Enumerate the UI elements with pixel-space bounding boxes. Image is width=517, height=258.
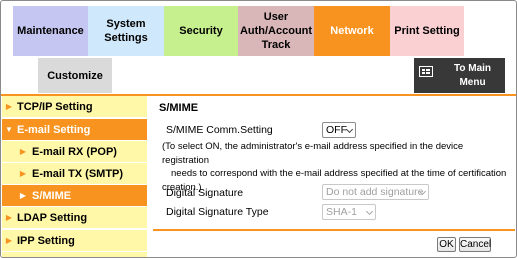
sidebar: ▶ TCP/IP Setting ▼ E-mail Setting ▶ E-ma… bbox=[2, 96, 148, 257]
sidebar-item-tcp-ip-setting[interactable]: ▶ TCP/IP Setting bbox=[2, 96, 147, 118]
tab-customize-label: Customize bbox=[47, 69, 103, 82]
smime-comm-setting-select[interactable]: OFF bbox=[322, 122, 356, 138]
smime-comm-setting-label: S/MIME Comm.Setting bbox=[166, 124, 273, 136]
sidebar-item-label: E-mail RX (POP) bbox=[32, 145, 117, 158]
digital-signature-type-value: SHA-1 bbox=[326, 206, 357, 218]
tab-network-label: Network bbox=[330, 25, 374, 37]
chevron-down-icon bbox=[345, 125, 354, 134]
sidebar-item-label: IPP Setting bbox=[17, 234, 75, 247]
main-divider bbox=[153, 229, 515, 231]
digital-signature-select[interactable]: Do not add signature bbox=[322, 184, 429, 200]
tab-system-settings[interactable]: System Settings bbox=[88, 6, 164, 56]
sidebar-item-label: E-mail Setting bbox=[17, 123, 91, 136]
triangle-right-icon: ▶ bbox=[19, 147, 27, 156]
browser-frame: Maintenance System Settings Security Use… bbox=[0, 0, 517, 258]
sidebar-item-ipp-setting[interactable]: ▶ IPP Setting bbox=[2, 230, 147, 252]
cancel-button[interactable]: Cancel bbox=[459, 237, 491, 252]
sidebar-filler bbox=[2, 252, 147, 257]
to-main-menu-line-1: To Main bbox=[453, 62, 492, 74]
chevron-down-icon bbox=[365, 207, 374, 216]
tab-print-setting-label: Print Setting bbox=[394, 25, 460, 37]
sidebar-item-label: TCP/IP Setting bbox=[17, 100, 93, 113]
tab-network[interactable]: Network bbox=[314, 6, 390, 56]
triangle-right-icon: ▶ bbox=[5, 213, 13, 222]
triangle-right-icon: ▶ bbox=[5, 236, 13, 245]
tab-customize[interactable]: Customize bbox=[38, 58, 112, 93]
to-main-menu-line-2: Menu bbox=[459, 76, 486, 88]
triangle-right-icon: ▶ bbox=[19, 169, 27, 178]
digital-signature-type-label: Digital Signature Type bbox=[166, 206, 269, 218]
tab-maintenance[interactable]: Maintenance bbox=[13, 6, 88, 56]
ok-button[interactable]: OK bbox=[437, 237, 456, 252]
to-main-menu-label: To Main Menu bbox=[454, 62, 491, 90]
digital-signature-type-select[interactable]: SHA-1 bbox=[322, 204, 376, 220]
main-panel: S/MIME S/MIME Comm.Setting OFF (To selec… bbox=[148, 96, 516, 257]
smime-comm-setting-value: OFF bbox=[326, 124, 347, 136]
tab-user-auth-line-1: User bbox=[263, 11, 289, 23]
smime-note-line-1: (To select ON, the administrator's e-mai… bbox=[162, 141, 464, 166]
tab-user-auth-line-2: Auth/Account bbox=[239, 25, 313, 37]
tab-user-auth-line-3: Track bbox=[261, 39, 291, 51]
sidebar-item-label: E-mail TX (SMTP) bbox=[32, 167, 124, 180]
main-menu-icon bbox=[419, 66, 433, 77]
sidebar-item-label: LDAP Setting bbox=[17, 211, 88, 224]
sidebar-item-ldap-setting[interactable]: ▶ LDAP Setting bbox=[2, 207, 147, 229]
digital-signature-label: Digital Signature bbox=[166, 187, 244, 199]
triangle-right-icon: ▶ bbox=[19, 191, 27, 200]
sidebar-item-email-setting[interactable]: ▼ E-mail Setting bbox=[2, 119, 147, 141]
triangle-down-icon: ▼ bbox=[5, 125, 13, 134]
tab-security[interactable]: Security bbox=[164, 6, 238, 56]
sidebar-item-smime[interactable]: ▶ S/MIME bbox=[2, 185, 147, 207]
to-main-menu-button[interactable]: To Main Menu bbox=[414, 58, 505, 93]
tab-maintenance-label: Maintenance bbox=[17, 25, 84, 37]
tab-user-auth-account-track[interactable]: User Auth/Account Track bbox=[238, 6, 314, 56]
sidebar-item-email-tx-smtp[interactable]: ▶ E-mail TX (SMTP) bbox=[2, 163, 147, 185]
sidebar-item-label: S/MIME bbox=[32, 189, 72, 202]
tab-system-settings-label: System Settings bbox=[104, 18, 148, 44]
tab-security-label: Security bbox=[179, 25, 223, 37]
triangle-right-icon: ▶ bbox=[5, 102, 13, 111]
digital-signature-value: Do not add signature bbox=[326, 186, 424, 198]
smime-note-line-2: needs to correspond with the e-mail addr… bbox=[171, 168, 507, 179]
tab-user-auth-label: User Auth/Account Track bbox=[240, 10, 312, 52]
tab-print-setting[interactable]: Print Setting bbox=[390, 6, 464, 56]
page-title: S/MIME bbox=[159, 102, 199, 114]
sidebar-item-email-rx-pop[interactable]: ▶ E-mail RX (POP) bbox=[2, 141, 147, 163]
